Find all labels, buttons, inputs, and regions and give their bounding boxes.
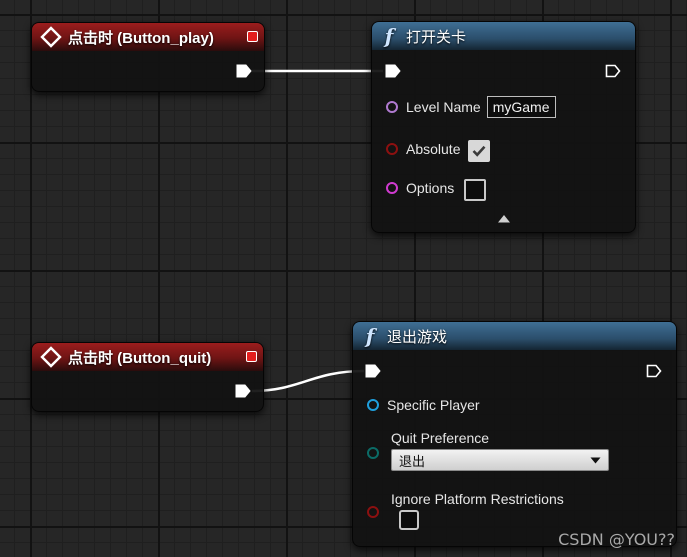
exec-out-pin-icon[interactable] (646, 364, 662, 378)
pin-label-specific-player: Specific Player (387, 397, 480, 413)
function-node-open-level[interactable]: f 打开关卡 Level Name myGame Absolute Option… (371, 21, 636, 233)
pin-label-ignore-restrictions: Ignore Platform Restrictions (391, 491, 564, 507)
struct-pin-icon[interactable] (386, 182, 398, 194)
pin-row-specific-player: Specific Player (367, 397, 480, 413)
pin-label-absolute: Absolute (406, 141, 461, 157)
event-node-button-quit[interactable]: 点击时 (Button_quit) (31, 342, 264, 412)
pin-label-level-name: Level Name (406, 99, 481, 115)
string-pin-icon[interactable] (386, 101, 398, 113)
event-node-header: 点击时 (Button_quit) (32, 343, 263, 371)
event-node-button-play[interactable]: 点击时 (Button_play) (31, 22, 265, 92)
pin-label-options: Options (406, 180, 455, 196)
byte-pin-icon[interactable] (367, 447, 379, 459)
function-node-header: f 打开关卡 (372, 22, 635, 50)
exec-out-pin-icon[interactable] (236, 64, 252, 78)
function-node-header: f 退出游戏 (353, 322, 676, 350)
level-name-input[interactable]: myGame (486, 96, 556, 118)
function-title: 退出游戏 (387, 327, 448, 346)
function-title: 打开关卡 (406, 27, 467, 46)
event-title: 点击时 (Button_quit) (68, 349, 212, 367)
ignore-restrictions-checkbox[interactable] (399, 510, 419, 530)
event-diamond-icon (40, 26, 62, 48)
quit-preference-dropdown[interactable]: 退出 (391, 449, 609, 471)
event-node-header: 点击时 (Button_play) (32, 23, 264, 51)
function-icon: f (384, 24, 394, 48)
bool-pin-icon[interactable] (386, 143, 398, 155)
chevron-down-icon (590, 457, 601, 463)
function-icon: f (365, 324, 375, 348)
pin-row-level-name: Level Name myGame (386, 96, 556, 118)
event-title: 点击时 (Button_play) (68, 29, 214, 47)
collapse-arrow-icon[interactable] (497, 214, 511, 223)
pin-label-quit-preference: Quit Preference (391, 430, 490, 446)
options-input[interactable] (464, 179, 487, 201)
exec-out-pin-icon[interactable] (605, 64, 621, 78)
absolute-checkbox[interactable] (468, 140, 491, 162)
exec-wire-quit (251, 369, 365, 393)
exec-in-pin-icon[interactable] (385, 64, 401, 78)
quit-preference-value: 退出 (399, 454, 426, 470)
bool-pin-icon[interactable] (367, 506, 379, 518)
watermark: CSDN @YOU?? (558, 530, 675, 549)
pin-row-absolute: Absolute (386, 136, 491, 162)
delegate-pin-icon[interactable] (247, 31, 258, 42)
pin-row-options: Options (386, 175, 487, 201)
delegate-pin-icon[interactable] (246, 351, 257, 362)
event-diamond-icon (40, 346, 62, 368)
function-node-quit-game[interactable]: f 退出游戏 Specific Player Quit Preference 退… (352, 321, 677, 547)
object-pin-icon[interactable] (367, 399, 379, 411)
exec-in-pin-icon[interactable] (365, 364, 381, 378)
checkmark-icon (473, 145, 486, 157)
exec-out-pin-icon[interactable] (235, 384, 251, 398)
